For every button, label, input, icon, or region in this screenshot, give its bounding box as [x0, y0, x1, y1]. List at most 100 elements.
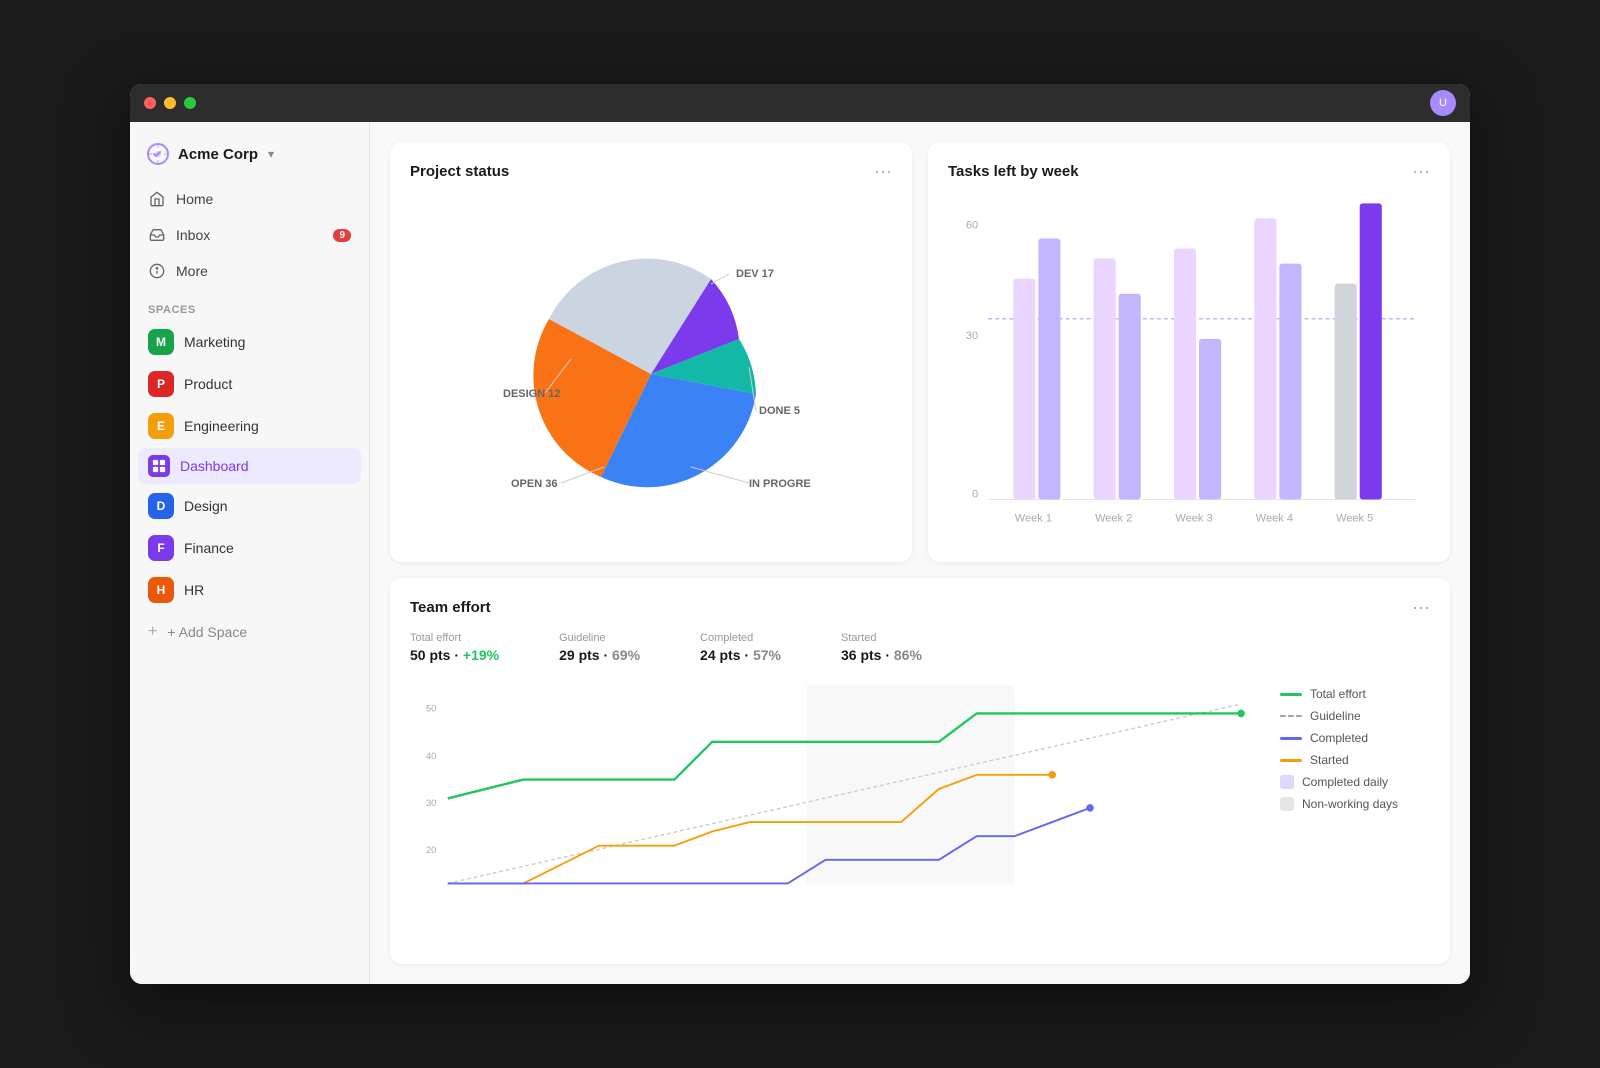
- line-chart-area: 50 40 30 20: [410, 679, 1260, 899]
- total-effort-pct: +19%: [463, 647, 499, 663]
- tasks-title: Tasks left by week: [948, 163, 1079, 180]
- legend-started-label: Started: [1310, 753, 1349, 767]
- svg-text:DONE 5: DONE 5: [759, 405, 800, 417]
- spaces-list: M Marketing P Product E Engineering: [130, 322, 369, 612]
- product-label: Product: [184, 376, 232, 392]
- guideline-value: 29 pts · 69%: [559, 647, 640, 663]
- legend-total-effort: Total effort: [1280, 687, 1430, 701]
- total-effort-stat: Total effort 50 pts · +19%: [410, 632, 499, 663]
- svg-text:Week 4: Week 4: [1256, 513, 1293, 525]
- sidebar-item-product[interactable]: P Product: [138, 364, 361, 404]
- legend-completed: Completed: [1280, 731, 1430, 745]
- team-effort-card: Team effort ··· Total effort 50 pts · +1…: [390, 578, 1450, 964]
- legend-completed-line: [1280, 737, 1302, 740]
- pie-chart: DEV 17 DONE 5 IN PROGRESS 5 OPEN 36 DESI…: [491, 219, 811, 519]
- legend-guideline-line: [1280, 715, 1302, 717]
- project-status-card: Project status ···: [390, 142, 912, 562]
- traffic-lights: [144, 97, 196, 109]
- home-label: Home: [176, 191, 213, 207]
- brand-logo: [146, 142, 170, 166]
- close-button[interactable]: [144, 97, 156, 109]
- tasks-header: Tasks left by week ···: [948, 162, 1430, 180]
- sidebar-item-hr[interactable]: H HR: [138, 570, 361, 610]
- more-label: More: [176, 263, 208, 279]
- guideline-label: Guideline: [559, 632, 640, 644]
- svg-text:DEV 17: DEV 17: [736, 268, 774, 280]
- sidebar-item-design[interactable]: D Design: [138, 486, 361, 526]
- effort-stats: Total effort 50 pts · +19% Guideline 29 …: [410, 632, 1430, 663]
- user-avatar[interactable]: U: [1430, 90, 1456, 116]
- legend-guideline: Guideline: [1280, 709, 1430, 723]
- completed-pct: 57%: [753, 647, 781, 663]
- marketing-dot: M: [148, 329, 174, 355]
- tasks-by-week-card: Tasks left by week ··· 60 30 0: [928, 142, 1450, 562]
- sidebar-item-finance[interactable]: F Finance: [138, 528, 361, 568]
- project-status-more-button[interactable]: ···: [874, 162, 892, 180]
- completed-value: 24 pts · 57%: [700, 647, 781, 663]
- total-effort-value: 50 pts · +19%: [410, 647, 499, 663]
- titlebar: U: [130, 84, 1470, 122]
- svg-text:OPEN 36: OPEN 36: [511, 478, 557, 490]
- add-space-label: + Add Space: [167, 624, 247, 640]
- legend-started: Started: [1280, 753, 1430, 767]
- started-value: 36 pts · 86%: [841, 647, 922, 663]
- svg-text:40: 40: [426, 751, 437, 762]
- svg-text:30: 30: [426, 798, 437, 809]
- chart-legend: Total effort Guideline Completed St: [1280, 679, 1430, 899]
- brand-chevron-icon: ▾: [268, 147, 274, 161]
- minimize-button[interactable]: [164, 97, 176, 109]
- more-icon: [148, 262, 166, 280]
- brand-name: Acme Corp: [178, 146, 258, 163]
- engineering-dot: E: [148, 413, 174, 439]
- svg-text:30: 30: [966, 330, 978, 342]
- main-layout: Acme Corp ▾ Home: [130, 122, 1470, 984]
- inbox-label: Inbox: [176, 227, 210, 243]
- team-effort-header: Team effort ···: [410, 598, 1430, 616]
- completed-stat: Completed 24 pts · 57%: [700, 632, 781, 663]
- top-row: Project status ···: [390, 142, 1450, 562]
- sidebar-item-inbox[interactable]: Inbox 9: [138, 218, 361, 252]
- team-effort-title: Team effort: [410, 599, 491, 616]
- svg-text:Week 5: Week 5: [1336, 513, 1373, 525]
- started-pct: 86%: [894, 647, 922, 663]
- sidebar: Acme Corp ▾ Home: [130, 122, 370, 984]
- legend-total-effort-line: [1280, 693, 1302, 696]
- app-window: U Acme Corp ▾: [130, 84, 1470, 984]
- sidebar-item-more[interactable]: More: [138, 254, 361, 288]
- sidebar-item-engineering[interactable]: E Engineering: [138, 406, 361, 446]
- line-chart-wrapper: 50 40 30 20: [410, 679, 1430, 899]
- svg-text:0: 0: [972, 489, 978, 501]
- svg-text:50: 50: [426, 704, 437, 715]
- hr-label: HR: [184, 582, 204, 598]
- legend-completed-daily: Completed daily: [1280, 775, 1430, 789]
- maximize-button[interactable]: [184, 97, 196, 109]
- legend-non-working-label: Non-working days: [1302, 797, 1398, 811]
- legend-guideline-label: Guideline: [1310, 709, 1361, 723]
- tasks-more-button[interactable]: ···: [1412, 162, 1430, 180]
- finance-dot: F: [148, 535, 174, 561]
- legend-non-working: Non-working days: [1280, 797, 1430, 811]
- hr-dot: H: [148, 577, 174, 603]
- started-stat: Started 36 pts · 86%: [841, 632, 922, 663]
- bar-chart-container: 60 30 0: [948, 196, 1430, 542]
- svg-text:DESIGN 12: DESIGN 12: [503, 388, 560, 400]
- add-space-button[interactable]: + + Add Space: [138, 616, 361, 648]
- legend-completed-daily-box: [1280, 775, 1294, 789]
- sidebar-item-dashboard[interactable]: Dashboard: [138, 448, 361, 484]
- brand-button[interactable]: Acme Corp ▾: [130, 138, 369, 182]
- inbox-icon: [148, 226, 166, 244]
- finance-label: Finance: [184, 540, 234, 556]
- sidebar-item-home[interactable]: Home: [138, 182, 361, 216]
- design-dot: D: [148, 493, 174, 519]
- sidebar-nav: Home Inbox 9: [130, 182, 369, 290]
- inbox-badge: 9: [333, 229, 351, 242]
- bar-chart-svg: 60 30 0: [948, 196, 1430, 542]
- svg-text:Week 1: Week 1: [1015, 513, 1052, 525]
- legend-completed-daily-label: Completed daily: [1302, 775, 1388, 789]
- add-icon: +: [148, 623, 157, 641]
- legend-started-line: [1280, 759, 1302, 762]
- total-effort-label: Total effort: [410, 632, 499, 644]
- product-dot: P: [148, 371, 174, 397]
- sidebar-item-marketing[interactable]: M Marketing: [138, 322, 361, 362]
- team-effort-more-button[interactable]: ···: [1412, 598, 1430, 616]
